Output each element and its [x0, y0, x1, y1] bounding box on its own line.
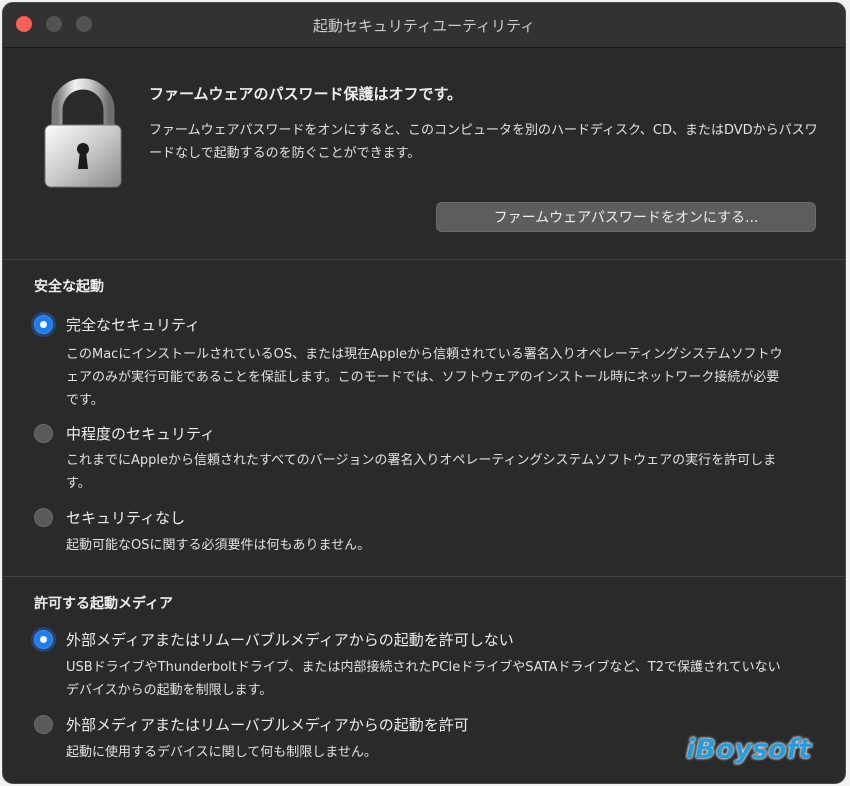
medium-security-description: これまでにAppleから信頼されたすべてのバージョンの署名入りオペレーティングシ… [66, 453, 777, 491]
window-title: 起動セキュリティユーティリティ [312, 17, 536, 35]
allow-external-boot-description: 起動に使用するデバイスに関して何も制限しません。 [66, 745, 377, 760]
full-security-radio[interactable] [34, 315, 53, 334]
section-divider [3, 259, 845, 260]
disallow-external-boot-radio[interactable] [34, 630, 53, 649]
no-security-description: 起動可能なOSに関する必須要件は何もありません。 [66, 538, 371, 553]
startup-security-window: 起動セキュリティユーティリティ ファームウェアのパスワード保護はオフです。 ファ… [2, 2, 846, 784]
turn-on-firmware-password-button[interactable]: ファームウェアパスワードをオンにする... [436, 202, 816, 232]
watermark-logo: iBoysoft [686, 734, 812, 765]
padlock-icon [44, 78, 122, 188]
full-security-label[interactable]: 完全なセキュリティ [66, 314, 200, 335]
medium-security-radio[interactable] [34, 424, 53, 443]
section-divider [3, 576, 845, 577]
disallow-external-boot-label[interactable]: 外部メディアまたはリムーバブルメディアからの起動を許可しない [66, 629, 514, 650]
firmware-status-heading: ファームウェアのパスワード保護はオフです。 [149, 85, 463, 103]
boot-media-section-title: 許可する起動メディア [34, 596, 174, 612]
full-security-description: このMacにインストールされているOS、または現在Appleから信頼されている署… [66, 347, 783, 408]
no-security-radio[interactable] [34, 508, 53, 527]
allow-external-boot-radio[interactable] [34, 715, 53, 734]
no-security-label[interactable]: セキュリティなし [66, 507, 185, 528]
disallow-external-boot-description: USBドライブやThunderboltドライブ、または内部接続されたPCIeドラ… [66, 660, 781, 698]
medium-security-label[interactable]: 中程度のセキュリティ [66, 423, 215, 444]
title-bar: 起動セキュリティユーティリティ [3, 3, 845, 48]
firmware-description: ファームウェアパスワードをオンにすると、このコンピュータを別のハードディスク、C… [149, 123, 818, 161]
secure-boot-section-title: 安全な起動 [34, 279, 104, 295]
allow-external-boot-label[interactable]: 外部メディアまたはリムーバブルメディアからの起動を許可 [66, 714, 469, 735]
